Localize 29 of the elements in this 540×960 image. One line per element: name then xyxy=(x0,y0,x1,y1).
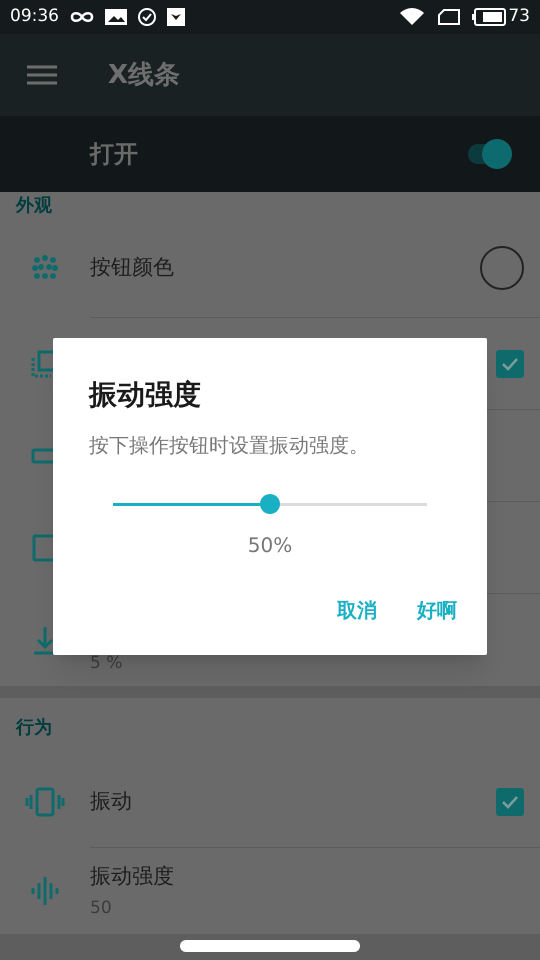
battery-icon xyxy=(472,8,506,26)
setting-title: 振动强度 xyxy=(90,862,175,890)
battery-level: 73 xyxy=(508,5,530,28)
slider[interactable] xyxy=(113,494,427,514)
wifi-icon xyxy=(400,8,424,26)
dialog-message: 按下操作按钮时设置振动强度。 xyxy=(89,432,370,459)
vibrate-icon xyxy=(25,787,65,817)
setting-title: 振动 xyxy=(90,788,133,815)
sim-icon xyxy=(438,9,460,25)
check-circle-icon xyxy=(137,7,157,27)
dialog-title: 振动强度 xyxy=(89,377,202,413)
checkbox[interactable] xyxy=(496,350,524,378)
infinity-icon xyxy=(69,10,95,24)
menu-icon xyxy=(27,65,57,85)
color-swatch[interactable] xyxy=(480,246,524,290)
dots-icon xyxy=(31,254,59,282)
dialog-button[interactable]: 好啊 xyxy=(407,590,467,630)
app-title: X线条 xyxy=(108,58,180,92)
section-header: 外观 xyxy=(16,194,52,218)
checkbox[interactable] xyxy=(496,788,524,816)
setting-title: 按钮颜色 xyxy=(90,254,175,281)
status-time: 09:36 xyxy=(10,5,59,28)
section-header: 行为 xyxy=(16,716,52,740)
waveform-icon xyxy=(30,875,60,907)
slider-value: 50% xyxy=(248,532,292,559)
dialog-button[interactable]: 取消 xyxy=(327,590,387,630)
shield-icon xyxy=(167,8,185,26)
switch-label: 打开 xyxy=(90,139,139,170)
image-icon xyxy=(105,9,127,25)
